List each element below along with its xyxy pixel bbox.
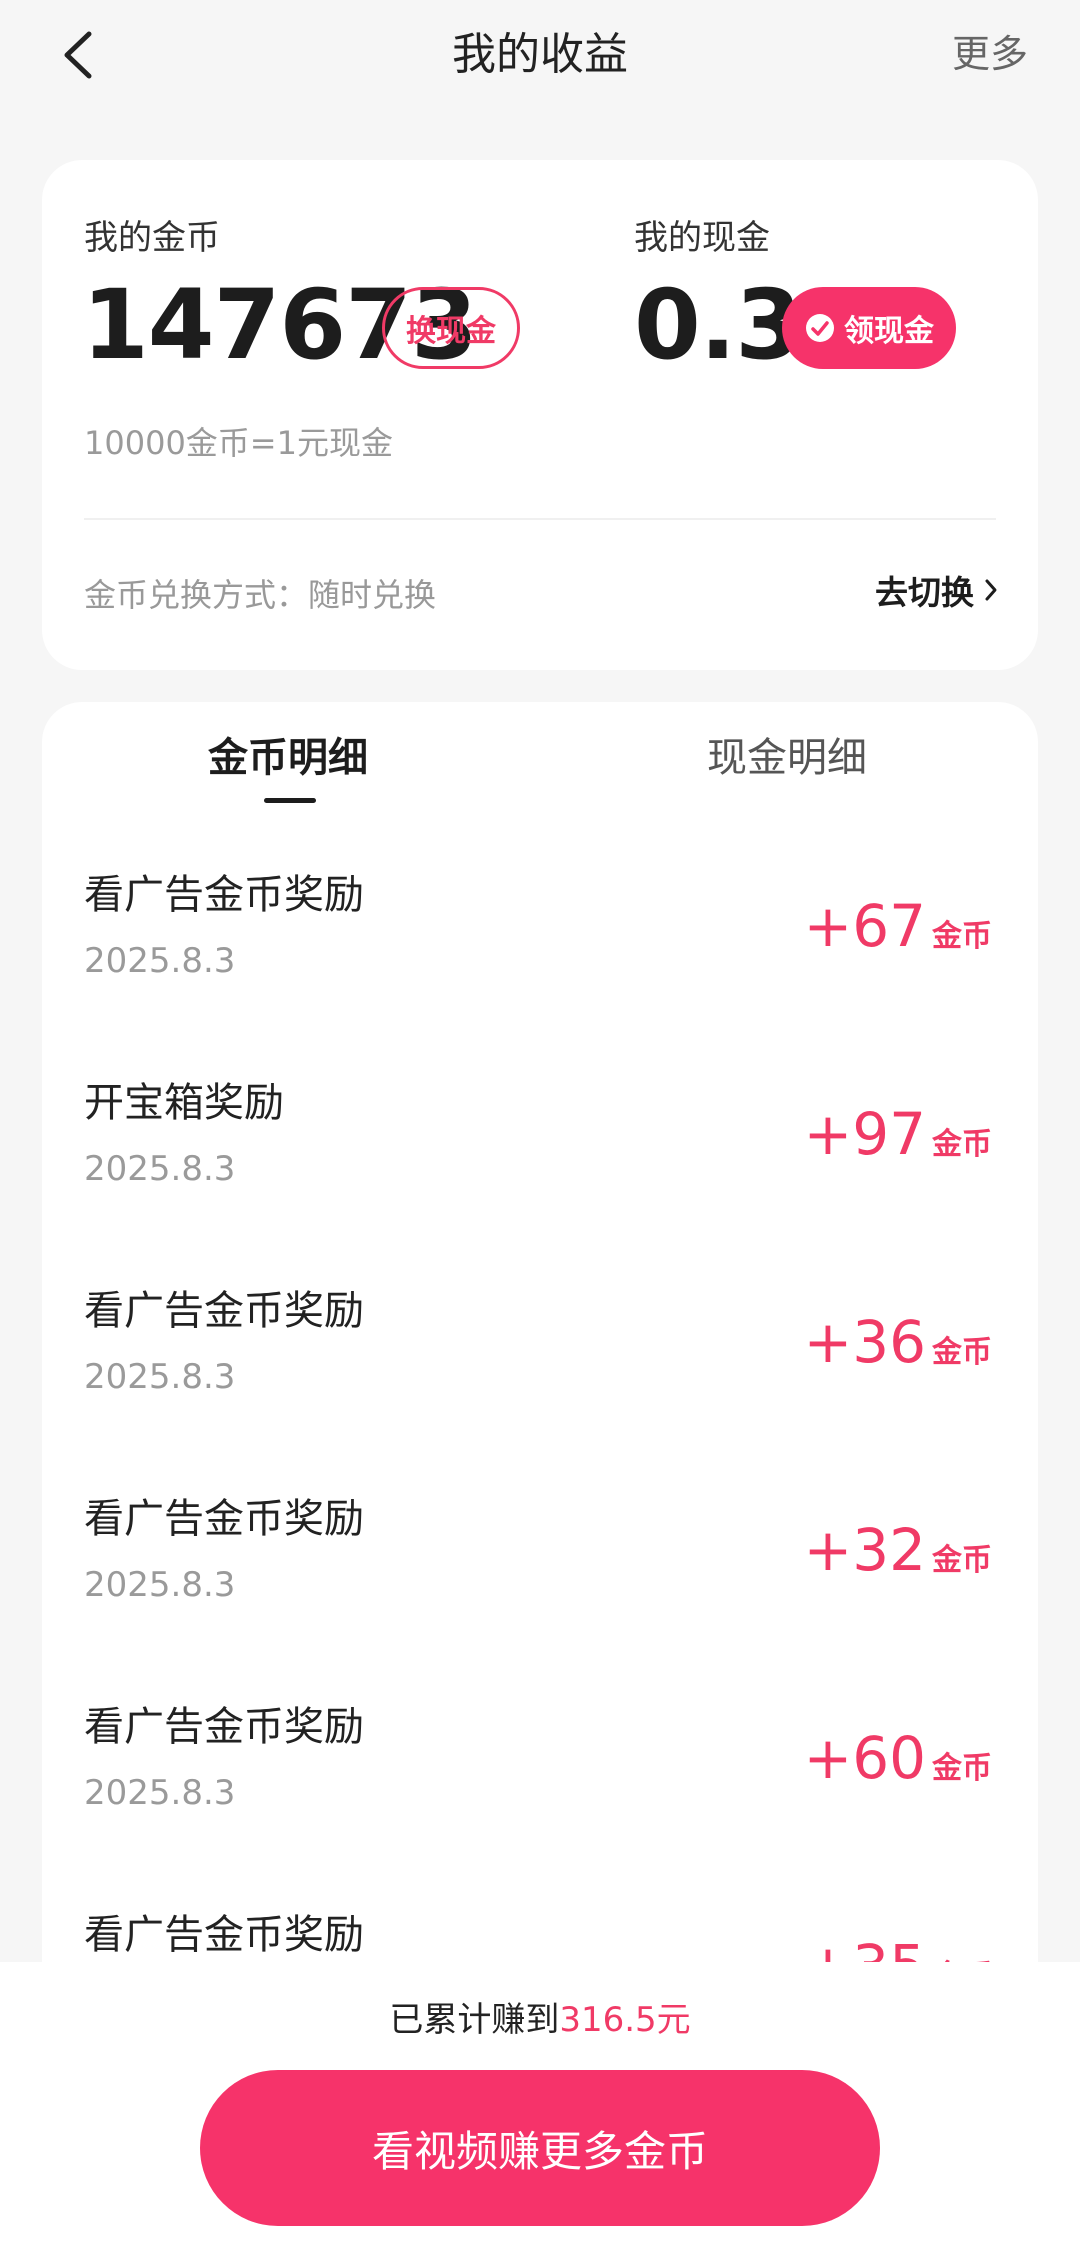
list-item: 看广告金币奖励 2025.8.3 +32 金币 <box>42 1479 1038 1687</box>
cash-label: 我的现金 <box>634 218 770 258</box>
amount-value: +67 <box>803 892 926 960</box>
record-date: 2025.8.3 <box>84 941 236 981</box>
amount-value: +60 <box>803 1724 926 1792</box>
total-earned-value: 316.5元 <box>559 2000 691 2040</box>
amount-unit: 金币 <box>932 1335 992 1370</box>
total-earned-text: 已累计赚到316.5元 <box>0 1992 1080 2041</box>
claim-cash-label: 领现金 <box>844 314 934 349</box>
total-earned-prefix: 已累计赚到 <box>389 2000 560 2040</box>
divider <box>84 518 996 520</box>
more-button[interactable]: 更多 <box>952 26 1028 82</box>
cash-value: 0.3 <box>634 269 802 381</box>
coins-label: 我的金币 <box>84 218 220 258</box>
record-amount: +60 金币 <box>804 1723 992 1793</box>
record-date: 2025.8.3 <box>84 1565 236 1605</box>
amount-unit: 金币 <box>932 1127 992 1162</box>
earnings-page: 我的收益 更多 我的金币 147673 换现金 我的现金 0.3 领现金 100… <box>0 0 1080 2247</box>
wechat-check-icon <box>806 314 834 342</box>
record-title: 看广告金币奖励 <box>84 1288 364 1334</box>
exchange-method-text: 金币兑换方式：随时兑换 <box>84 576 437 614</box>
list-item: 看广告金币奖励 2025.8.3 +36 金币 <box>42 1271 1038 1479</box>
bottom-bar: 已累计赚到316.5元 看视频赚更多金币 <box>0 1962 1080 2247</box>
record-amount: +32 金币 <box>804 1515 992 1585</box>
page-title: 我的收益 <box>452 29 628 80</box>
record-date: 2025.8.3 <box>84 1149 236 1189</box>
record-title: 开宝箱奖励 <box>84 1080 284 1126</box>
tab-coin-details[interactable]: 金币明细 <box>208 730 368 786</box>
tab-cash-details[interactable]: 现金明细 <box>707 730 867 786</box>
list-item: 看广告金币奖励 2025.8.3 +60 金币 <box>42 1687 1038 1895</box>
record-title: 看广告金币奖励 <box>84 872 364 918</box>
list-item: 看广告金币奖励 2025.8.3 +67 金币 <box>42 855 1038 1063</box>
amount-value: +36 <box>803 1308 926 1376</box>
watch-video-button[interactable]: 看视频赚更多金币 <box>200 2070 880 2226</box>
chevron-right-icon <box>985 579 997 601</box>
record-title: 看广告金币奖励 <box>84 1496 364 1542</box>
amount-value: +32 <box>803 1516 926 1584</box>
exchange-rate-text: 10000金币=1元现金 <box>84 424 393 462</box>
record-amount: +36 金币 <box>804 1307 992 1377</box>
record-title: 看广告金币奖励 <box>84 1912 364 1958</box>
switch-method-label: 去切换 <box>875 573 974 612</box>
record-title: 看广告金币奖励 <box>84 1704 364 1750</box>
earnings-summary-card: 我的金币 147673 换现金 我的现金 0.3 领现金 10000金币=1元现… <box>42 160 1038 670</box>
list-item: 开宝箱奖励 2025.8.3 +97 金币 <box>42 1063 1038 1271</box>
record-date: 2025.8.3 <box>84 1773 236 1813</box>
exchange-cash-button[interactable]: 换现金 <box>382 287 520 369</box>
active-tab-indicator <box>264 798 316 803</box>
claim-cash-button[interactable]: 领现金 <box>782 287 956 369</box>
switch-method-link[interactable]: 去切换 <box>875 566 998 614</box>
record-amount: +67 金币 <box>804 891 992 961</box>
amount-value: +97 <box>803 1100 926 1168</box>
record-date: 2025.8.3 <box>84 1357 236 1397</box>
top-nav: 我的收益 更多 <box>0 0 1080 110</box>
amount-unit: 金币 <box>932 919 992 954</box>
amount-unit: 金币 <box>932 1751 992 1786</box>
record-amount: +97 金币 <box>804 1099 992 1169</box>
amount-unit: 金币 <box>932 1543 992 1578</box>
